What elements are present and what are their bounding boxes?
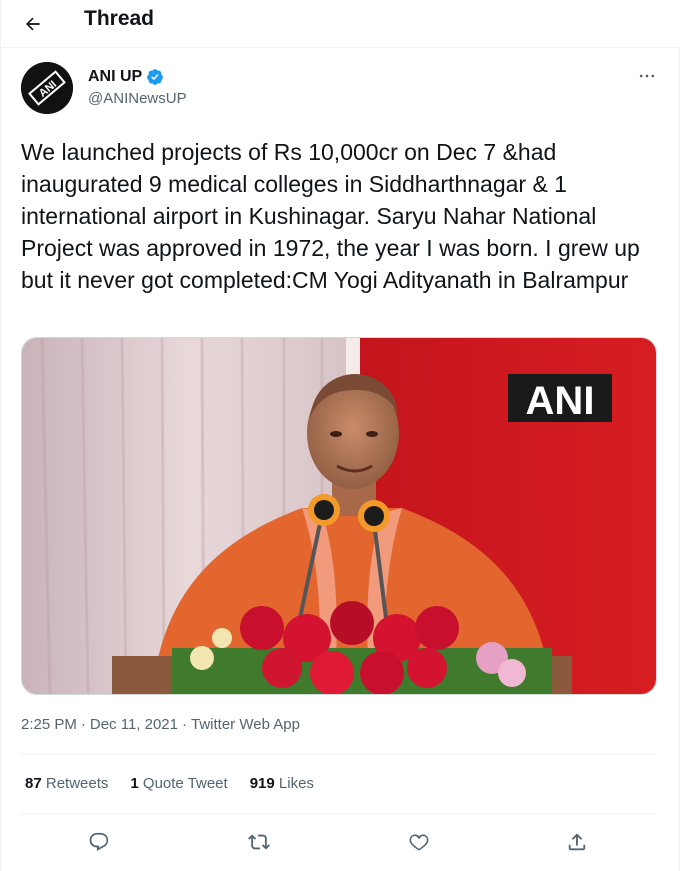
retweets-stat[interactable]: 87 Retweets (25, 774, 108, 794)
like-button[interactable] (399, 822, 439, 862)
retweet-button[interactable] (239, 822, 279, 862)
retweets-count: 87 (25, 775, 42, 792)
like-icon (409, 834, 429, 851)
share-icon (568, 833, 586, 851)
tweet-actions (1, 822, 680, 862)
reply-icon (89, 832, 109, 851)
meta-separator: · (182, 716, 187, 733)
divider (21, 813, 657, 814)
thread-page: Thread ANI ANI UP @ANINewsUP We launched… (0, 0, 680, 871)
more-dots-icon (639, 74, 655, 78)
divider (21, 754, 657, 755)
tweet-image[interactable]: ANI (21, 337, 657, 695)
reply-button[interactable] (79, 822, 119, 862)
ani-logo-icon: ANI (21, 62, 73, 114)
arrow-left-icon (25, 17, 40, 31)
avatar[interactable]: ANI (21, 62, 73, 114)
author-handle[interactable]: @ANINewsUP (88, 89, 187, 109)
likes-stat[interactable]: 919 Likes (250, 774, 314, 794)
author-name[interactable]: ANI UP (88, 67, 142, 87)
engagement-stats: 87 Retweets 1 Quote Tweet 919 Likes (25, 774, 336, 794)
ani-watermark: ANI (526, 379, 595, 423)
retweets-label: Retweets (45, 775, 109, 792)
tweet-text: We launched projects of Rs 10,000cr on D… (21, 139, 647, 293)
tweet-time[interactable]: 2:25 PM (21, 716, 77, 733)
verified-badge-icon (147, 69, 164, 85)
tweet-date[interactable]: Dec 11, 2021 (90, 716, 178, 733)
back-button[interactable] (15, 6, 51, 42)
likes-count: 919 (249, 775, 275, 792)
thread-header: Thread (1, 0, 680, 48)
share-button[interactable] (557, 822, 597, 862)
retweet-icon (248, 834, 270, 850)
page-title: Thread (84, 7, 155, 30)
quote-tweets-label: Quote Tweet (142, 775, 228, 792)
speaker-photo: ANI (22, 338, 656, 694)
more-options-button[interactable] (631, 62, 663, 90)
likes-label: Likes (278, 775, 314, 792)
tweet-meta: 2:25 PM · Dec 11, 2021 · Twitter Web App (21, 715, 300, 735)
quote-tweets-stat[interactable]: 1 Quote Tweet (130, 774, 227, 794)
author-name-row[interactable]: ANI UP (88, 66, 164, 88)
tweet-source[interactable]: Twitter Web App (191, 716, 300, 733)
meta-separator: · (80, 716, 86, 733)
quote-tweets-count: 1 (130, 775, 139, 792)
